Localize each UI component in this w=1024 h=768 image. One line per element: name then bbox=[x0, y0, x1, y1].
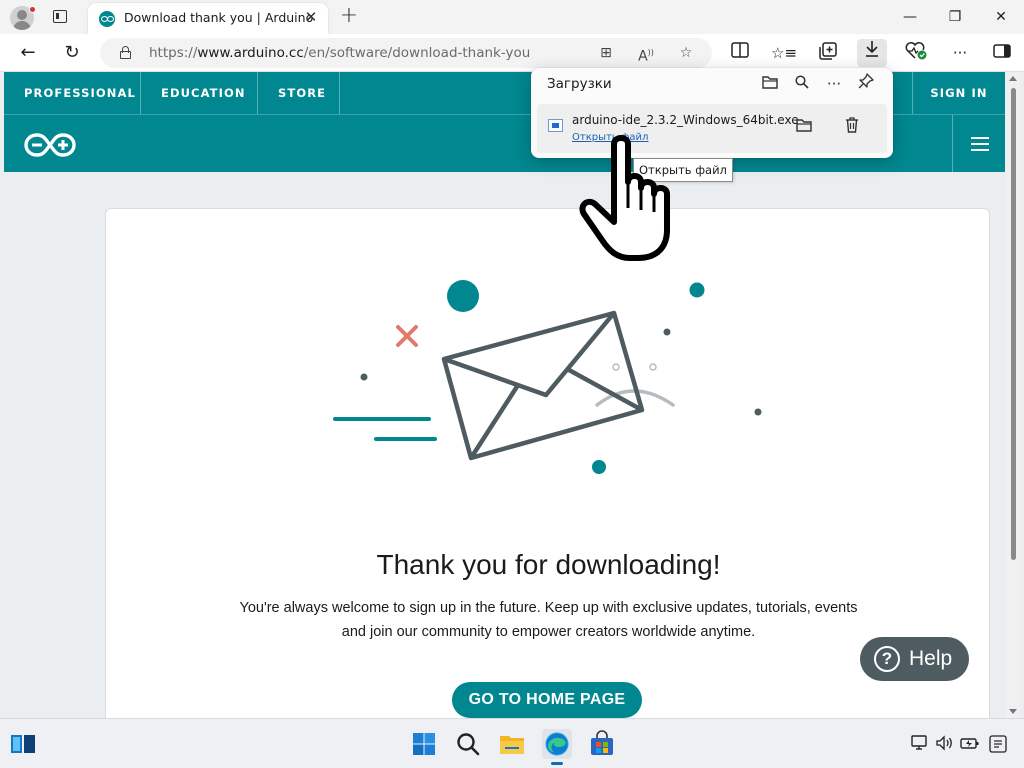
more-options-icon[interactable]: ··· bbox=[947, 42, 973, 64]
decor-dot-teal bbox=[689, 282, 705, 298]
reload-button[interactable]: ↻ bbox=[58, 40, 86, 66]
read-aloud-icon[interactable]: A)) bbox=[636, 43, 656, 65]
sidebar-icon[interactable] bbox=[989, 42, 1015, 64]
show-in-folder-icon[interactable] bbox=[793, 117, 815, 139]
downloads-icon[interactable] bbox=[857, 39, 887, 67]
decor-dot-small bbox=[360, 373, 368, 381]
start-icon[interactable] bbox=[410, 730, 438, 758]
nav-education[interactable]: EDUCATION bbox=[141, 72, 258, 114]
envelope-icon bbox=[441, 310, 645, 461]
downloads-panel-title: Загрузки bbox=[547, 76, 612, 92]
search-icon[interactable] bbox=[454, 730, 482, 758]
help-label: Help bbox=[909, 647, 953, 670]
page-scrollbar[interactable] bbox=[1006, 72, 1020, 718]
hand-pointer-cursor-icon bbox=[579, 135, 670, 261]
arduino-logo-icon[interactable] bbox=[24, 132, 76, 158]
decor-dot-large bbox=[447, 280, 479, 312]
scrollbar-thumb[interactable] bbox=[1011, 88, 1016, 560]
address-bar[interactable]: https://www.arduino.cc/en/software/downl… bbox=[100, 38, 712, 68]
favorites-icon[interactable]: ☆≡ bbox=[771, 42, 797, 64]
profile-notification-badge bbox=[29, 6, 36, 13]
go-to-home-page-button[interactable]: GO TO HOME PAGE bbox=[452, 682, 642, 718]
sign-in-link[interactable]: SIGN IN bbox=[912, 72, 1005, 114]
search-downloads-icon[interactable] bbox=[791, 73, 813, 95]
favorite-star-icon[interactable]: ☆ bbox=[676, 43, 696, 63]
new-tab-button[interactable]: + bbox=[338, 4, 360, 28]
nav-store[interactable]: STORE bbox=[258, 72, 340, 114]
tab-actions-icon[interactable] bbox=[53, 10, 67, 23]
widgets-icon[interactable] bbox=[9, 730, 37, 758]
maximize-button[interactable]: ❐ bbox=[935, 4, 975, 30]
open-downloads-folder-icon[interactable] bbox=[759, 73, 781, 95]
collections-icon[interactable] bbox=[815, 42, 841, 64]
decor-ring bbox=[649, 363, 657, 371]
back-button[interactable]: ← bbox=[14, 40, 42, 66]
scroll-up-arrow-icon[interactable] bbox=[1009, 76, 1017, 81]
envelope-illustration bbox=[333, 280, 762, 474]
help-button[interactable]: ? Help bbox=[860, 637, 969, 681]
store-icon[interactable] bbox=[588, 730, 616, 758]
minimize-button[interactable]: — bbox=[890, 4, 930, 30]
network-icon[interactable] bbox=[911, 735, 929, 755]
navigation-bar: ← ↻ https://www.arduino.cc/en/software/d… bbox=[0, 34, 1024, 72]
decor-dot-small bbox=[663, 328, 671, 336]
split-screen-icon[interactable] bbox=[727, 42, 753, 64]
tab-strip: Download thank you | Arduino ✕ + — ❐ ✕ bbox=[0, 0, 1024, 34]
download-file-name: arduino-ide_2.3.2_Windows_64bit.exe bbox=[572, 113, 799, 127]
decor-dot-small bbox=[754, 408, 762, 416]
close-window-button[interactable]: ✕ bbox=[981, 4, 1021, 30]
tab-close-icon[interactable]: ✕ bbox=[302, 8, 320, 26]
volume-icon[interactable] bbox=[935, 735, 955, 755]
battery-icon[interactable] bbox=[960, 735, 980, 755]
tab-active[interactable]: Download thank you | Arduino ✕ bbox=[88, 3, 328, 34]
page-title: Thank you for downloading! bbox=[376, 549, 721, 580]
thank-you-card: Thank you for downloading! You're always… bbox=[105, 208, 990, 728]
decor-ring bbox=[612, 363, 620, 371]
notifications-icon[interactable] bbox=[989, 735, 1007, 757]
app-available-icon[interactable]: ⊞ bbox=[596, 43, 616, 63]
more-icon[interactable]: ··· bbox=[823, 73, 845, 95]
windows-taskbar bbox=[0, 718, 1024, 768]
pin-icon[interactable] bbox=[855, 73, 877, 95]
help-question-icon: ? bbox=[874, 646, 900, 672]
arduino-favicon-icon bbox=[99, 11, 115, 27]
lock-icon[interactable] bbox=[120, 46, 131, 59]
edge-icon[interactable] bbox=[542, 729, 572, 765]
nav-professional[interactable]: PROFESSIONAL bbox=[4, 72, 141, 114]
file-explorer-icon[interactable] bbox=[498, 730, 526, 758]
decor-x-mark bbox=[396, 325, 418, 347]
scroll-down-arrow-icon[interactable] bbox=[1009, 709, 1017, 714]
delete-icon[interactable] bbox=[841, 117, 863, 139]
decor-dot-bottom bbox=[592, 460, 606, 474]
exe-file-icon bbox=[548, 119, 563, 132]
active-app-indicator bbox=[551, 762, 563, 765]
page-description: You're always welcome to sign up in the … bbox=[239, 600, 858, 640]
url-text[interactable]: https://www.arduino.cc/en/software/downl… bbox=[149, 45, 530, 61]
tab-title: Download thank you | Arduino bbox=[124, 10, 314, 25]
hamburger-menu-icon[interactable] bbox=[952, 115, 1005, 173]
browser-essentials-icon[interactable] bbox=[903, 42, 929, 64]
